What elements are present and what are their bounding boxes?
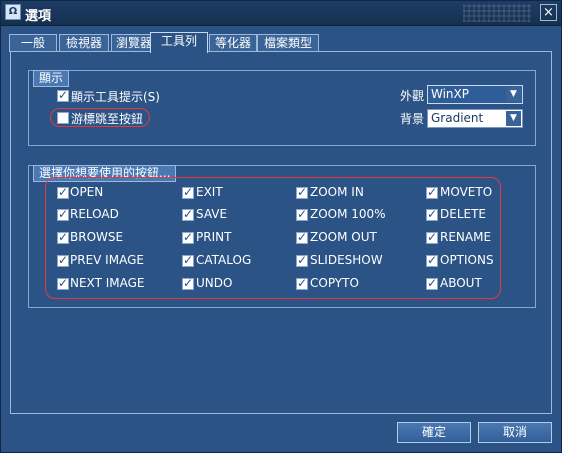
close-icon[interactable]: × <box>540 4 557 21</box>
button-label[interactable]: CATALOG <box>196 253 251 267</box>
button-label[interactable]: ZOOM OUT <box>310 230 377 244</box>
button-checkbox[interactable] <box>426 230 438 244</box>
button-label[interactable]: COPYTO <box>310 276 359 290</box>
button-checkbox[interactable] <box>182 185 194 199</box>
options-window: Ω 選項 × 一般 檢視器 瀏覽器 工具列 等化器 檔案類型 顯示 選擇你想要使… <box>0 0 562 453</box>
button-label[interactable]: SAVE <box>196 207 227 221</box>
background-value: Gradient <box>431 111 484 125</box>
button-checkbox[interactable] <box>182 276 194 290</box>
cursor-jump-checkbox[interactable] <box>57 112 69 124</box>
tab-equalizer[interactable]: 等化器 <box>209 34 257 52</box>
button-label[interactable]: ZOOM 100% <box>310 207 386 221</box>
button-checkbox[interactable] <box>296 253 308 267</box>
button-checkbox[interactable] <box>57 230 69 244</box>
chevron-down-icon[interactable]: ▼ <box>506 111 521 126</box>
cancel-button[interactable]: 取消 <box>478 422 552 443</box>
button-checkbox[interactable] <box>57 276 69 290</box>
tab-file-types[interactable]: 檔案類型 <box>257 34 319 52</box>
appearance-value: WinXP <box>431 87 469 101</box>
button-checkbox[interactable] <box>182 253 194 267</box>
button-label[interactable]: NEXT IMAGE <box>70 276 144 290</box>
button-checkbox[interactable] <box>57 185 69 199</box>
button-label[interactable]: DELETE <box>440 207 486 221</box>
button-checkbox[interactable] <box>426 276 438 290</box>
tab-toolbar[interactable]: 工具列 <box>150 32 208 53</box>
button-label[interactable]: PRINT <box>196 230 231 244</box>
tab-general[interactable]: 一般 <box>9 34 57 52</box>
window-title: 選項 <box>25 9 52 24</box>
button-label[interactable]: EXIT <box>196 185 223 199</box>
button-checkbox[interactable] <box>296 185 308 199</box>
button-label[interactable]: ZOOM IN <box>310 185 364 199</box>
app-icon: Ω <box>5 4 21 20</box>
appearance-label: 外觀 <box>400 89 425 103</box>
button-label[interactable]: OPTIONS <box>440 253 494 267</box>
show-tooltips-label[interactable]: 顯示工具提示(S) <box>71 88 160 105</box>
background-select[interactable]: Gradient ▼ <box>427 109 523 128</box>
button-label[interactable]: BROWSE <box>70 230 123 244</box>
title-bar[interactable]: Ω 選項 × <box>1 1 561 26</box>
show-tooltips-checkbox[interactable] <box>57 88 69 102</box>
tab-viewer[interactable]: 檢視器 <box>59 34 109 52</box>
button-label[interactable]: ABOUT <box>440 276 482 290</box>
button-checkbox[interactable] <box>182 207 194 221</box>
chevron-down-icon[interactable]: ▼ <box>506 87 521 102</box>
button-checkbox[interactable] <box>426 185 438 199</box>
button-checkbox[interactable] <box>57 207 69 221</box>
button-checkbox[interactable] <box>296 207 308 221</box>
button-checkbox[interactable] <box>426 207 438 221</box>
display-group-title: 顯示 <box>33 70 70 87</box>
button-checkbox[interactable] <box>426 253 438 267</box>
appearance-select[interactable]: WinXP ▼ <box>427 85 523 104</box>
button-label[interactable]: PREV IMAGE <box>70 253 144 267</box>
button-checkbox[interactable] <box>57 253 69 267</box>
background-label: 背景 <box>400 112 425 126</box>
button-label[interactable]: RELOAD <box>70 207 119 221</box>
cursor-jump-label[interactable]: 游標跳至按鈕 <box>71 110 143 127</box>
button-label[interactable]: SLIDESHOW <box>310 253 383 267</box>
ok-button[interactable]: 確定 <box>397 422 471 443</box>
title-decoration <box>463 4 531 22</box>
button-checkbox[interactable] <box>296 230 308 244</box>
button-label[interactable]: MOVETO <box>440 185 492 199</box>
button-checkbox[interactable] <box>296 276 308 290</box>
button-label[interactable]: OPEN <box>70 185 103 199</box>
button-checkbox[interactable] <box>182 230 194 244</box>
button-label[interactable]: UNDO <box>196 276 232 290</box>
button-label[interactable]: RENAME <box>440 230 491 244</box>
